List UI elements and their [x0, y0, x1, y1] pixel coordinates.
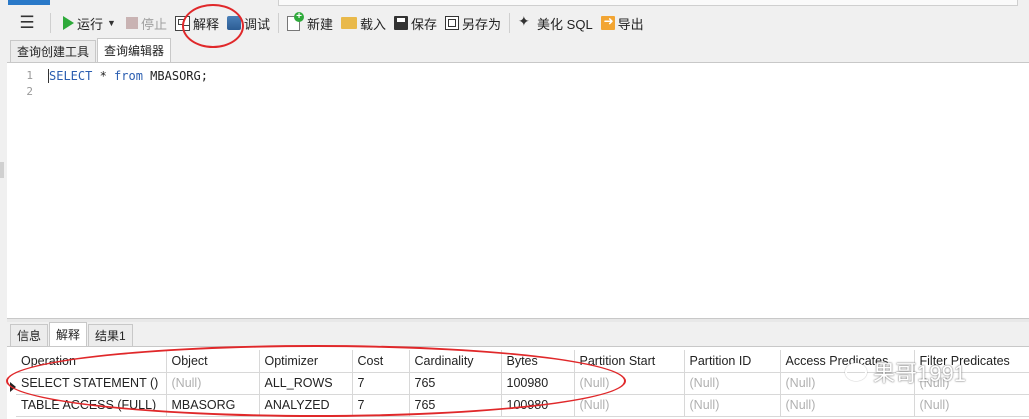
table-cell[interactable]: ALL_ROWS	[259, 372, 353, 395]
debug-button[interactable]: 调试	[223, 10, 274, 36]
table-cell[interactable]: SELECT STATEMENT ()	[16, 372, 167, 395]
line-number-gutter: 1 2	[7, 63, 45, 318]
splitter-handle[interactable]	[0, 162, 4, 178]
table-cell[interactable]: (Null)	[914, 394, 1029, 417]
explain-label: 解释	[192, 16, 219, 32]
sql-keyword: SELECT	[49, 69, 93, 83]
toolbar-separator	[509, 13, 511, 33]
save-icon	[394, 16, 409, 30]
column-header[interactable]: Operation	[16, 350, 167, 373]
beautify-sql-button[interactable]: 美化 SQL	[514, 10, 597, 36]
watermark-text: 果哥1991	[873, 361, 966, 386]
run-label: 运行	[77, 16, 104, 32]
tab-query-builder[interactable]: 查询创建工具	[10, 40, 97, 62]
table-cell[interactable]: (Null)	[780, 394, 915, 417]
chevron-down-icon[interactable]: ▼	[107, 18, 116, 28]
table-cell[interactable]: 100980	[501, 372, 575, 395]
wechat-icon	[845, 363, 867, 381]
editor-tabs: 查询创建工具 查询编辑器	[10, 38, 172, 62]
stop-label: 停止	[140, 16, 167, 32]
stop-icon	[125, 17, 138, 29]
table-cell[interactable]: ANALYZED	[259, 394, 353, 417]
line-number: 1	[26, 69, 33, 82]
toolbar: ☰ 运行 ▼ 停止 解释 调试 新建 载入 保存 另存为 美化 SQL 导出	[0, 8, 1029, 38]
column-header[interactable]: Cardinality	[409, 350, 502, 373]
table-cell[interactable]: MBASORG	[166, 394, 260, 417]
column-header[interactable]: Object	[166, 350, 260, 373]
column-header[interactable]: Bytes	[501, 350, 575, 373]
table-row[interactable]: TABLE ACCESS (FULL) MBASORG ANALYZED 7 7…	[16, 394, 1029, 417]
result-tabs: 信息 解释 结果1	[10, 322, 134, 346]
table-cell[interactable]: 7	[352, 394, 410, 417]
table-cell[interactable]: 100980	[501, 394, 575, 417]
explain-icon	[174, 15, 190, 31]
beautify-label: 美化 SQL	[537, 16, 593, 32]
new-file-icon	[286, 11, 304, 31]
explain-button[interactable]: 解释	[171, 10, 223, 36]
table-cell[interactable]: 7	[352, 372, 410, 395]
debug-label: 调试	[243, 16, 270, 32]
toolbar-separator	[277, 13, 279, 33]
table-cell[interactable]: (Null)	[684, 372, 781, 395]
load-button[interactable]: 载入	[337, 10, 390, 36]
top-input-edge	[278, 0, 1018, 6]
table-cell[interactable]: 765	[409, 394, 502, 417]
table-cell[interactable]: TABLE ACCESS (FULL)	[16, 394, 167, 417]
code-line[interactable]: SELECT * from MBASORG;	[49, 69, 208, 83]
table-cell[interactable]: (Null)	[574, 372, 685, 395]
save-button[interactable]: 保存	[390, 10, 441, 36]
sql-keyword: from	[114, 69, 143, 83]
column-header[interactable]: Optimizer	[259, 350, 353, 373]
toolbar-separator	[50, 13, 51, 33]
tab-query-editor[interactable]: 查询编辑器	[97, 38, 172, 62]
line-number: 2	[26, 85, 33, 98]
save-as-icon	[445, 16, 460, 30]
column-header[interactable]: Partition ID	[684, 350, 781, 373]
new-button[interactable]: 新建	[283, 10, 337, 36]
save-as-button[interactable]: 另存为	[441, 10, 505, 36]
sql-text: MBASORG;	[142, 69, 208, 83]
new-label: 新建	[306, 16, 333, 32]
sql-editor[interactable]: 1 2 SELECT * from MBASORG;	[7, 62, 1029, 318]
stop-button[interactable]: 停止	[120, 10, 171, 36]
tab-info[interactable]: 信息	[10, 324, 49, 346]
column-header[interactable]: Cost	[352, 350, 410, 373]
top-strip	[0, 0, 1029, 7]
panel-splitter[interactable]	[7, 318, 1029, 322]
tab-result1[interactable]: 结果1	[88, 324, 133, 346]
export-label: 导出	[617, 16, 644, 32]
sql-text: *	[92, 69, 115, 83]
load-label: 载入	[360, 16, 387, 32]
export-icon	[600, 14, 615, 30]
table-cell[interactable]: (Null)	[166, 372, 260, 395]
table-cell[interactable]: 765	[409, 372, 502, 395]
play-icon	[63, 16, 74, 30]
column-header[interactable]: Partition Start	[574, 350, 685, 373]
table-cell[interactable]: (Null)	[684, 394, 781, 417]
watermark: 果哥1991	[845, 356, 966, 388]
active-window-tab-indicator	[8, 0, 50, 5]
magic-wand-icon	[518, 13, 534, 31]
save-label: 保存	[411, 16, 438, 32]
hamburger-menu-icon[interactable]: ☰	[8, 10, 46, 36]
tab-explain[interactable]: 解释	[49, 322, 88, 346]
run-button[interactable]: 运行 ▼	[55, 10, 120, 36]
save-as-label: 另存为	[462, 16, 502, 32]
folder-icon	[341, 17, 357, 29]
debug-icon	[226, 16, 241, 30]
export-button[interactable]: 导出	[597, 10, 648, 36]
table-cell[interactable]: (Null)	[574, 394, 685, 417]
current-row-marker-icon	[10, 382, 16, 392]
